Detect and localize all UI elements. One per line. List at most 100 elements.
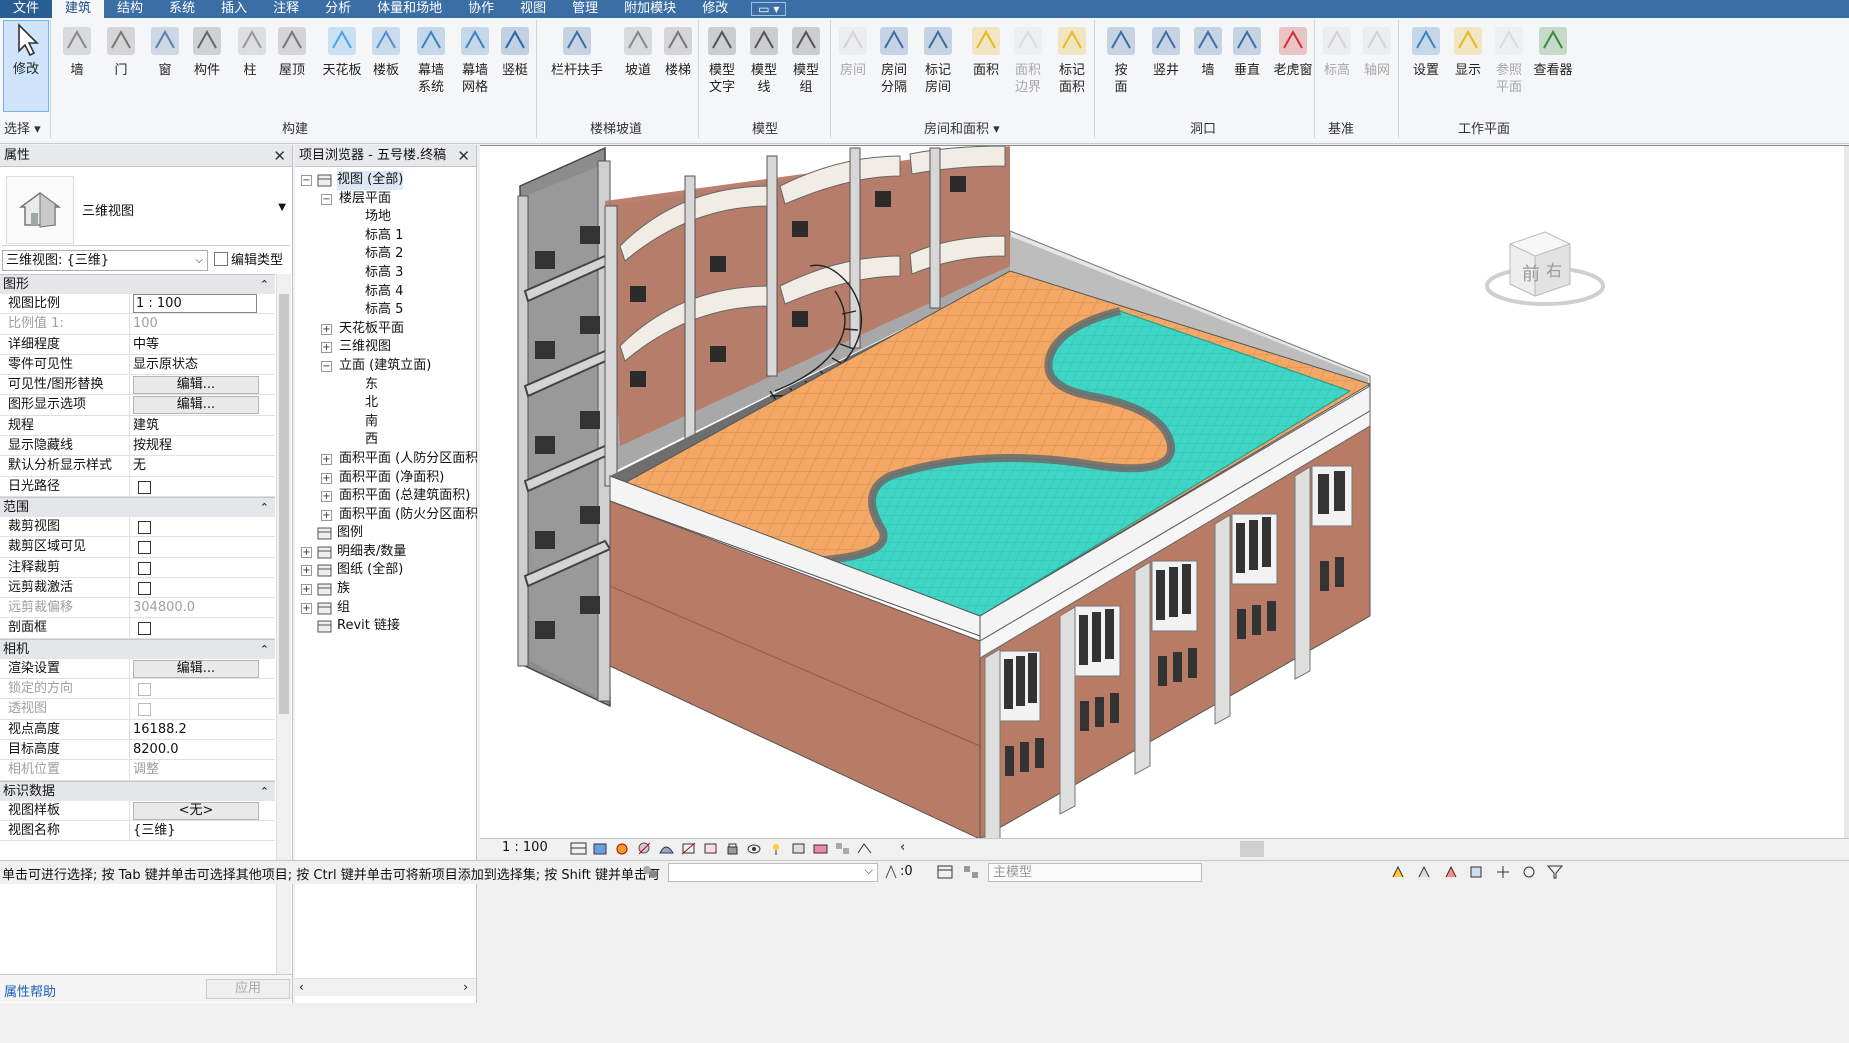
properties-section-header[interactable]: 图形 ⌃ bbox=[0, 274, 275, 294]
select-underlay-icon[interactable] bbox=[1416, 864, 1434, 880]
viewcube-right[interactable]: 右 bbox=[1546, 261, 1562, 280]
property-value[interactable]: 1 : 100 bbox=[130, 294, 275, 313]
collapse-icon[interactable]: ⌃ bbox=[260, 498, 269, 518]
browser-node[interactable]: 标高 5 bbox=[295, 301, 477, 320]
constraints-icon[interactable] bbox=[856, 841, 873, 856]
property-value[interactable] bbox=[130, 558, 275, 577]
background-process-icon[interactable] bbox=[1520, 864, 1538, 880]
worksharing-icon[interactable] bbox=[834, 841, 851, 856]
detail-level-icon[interactable] bbox=[570, 841, 587, 856]
property-value[interactable]: 编辑... bbox=[130, 659, 275, 678]
active-design-option[interactable]: 主模型 bbox=[988, 863, 1202, 882]
instance-filter-dropdown[interactable]: 三维视图: {三维} ⌵ bbox=[2, 250, 208, 271]
drag-elements-icon[interactable] bbox=[1494, 864, 1512, 880]
browser-node[interactable]: + 图纸 (全部) bbox=[295, 561, 477, 580]
ribbon-tool-door[interactable]: 门 bbox=[97, 22, 145, 79]
ribbon-tool-cursor[interactable]: 修改 bbox=[3, 20, 49, 112]
properties-help-link[interactable]: 属性帮助 bbox=[4, 981, 56, 1000]
browser-hscrollbar[interactable]: ‹ › bbox=[295, 978, 476, 996]
browser-node[interactable]: 西 bbox=[295, 431, 477, 450]
3d-viewport[interactable]: 前 右 bbox=[480, 145, 1849, 838]
ribbon-tool-by-face[interactable]: 按 面 bbox=[1099, 22, 1143, 96]
crop-view-icon[interactable] bbox=[680, 841, 697, 856]
property-value[interactable]: 8200.0 bbox=[130, 740, 275, 759]
view-scale[interactable]: 1 : 100 bbox=[502, 840, 548, 855]
expand-icon[interactable]: + bbox=[321, 472, 332, 484]
ribbon-tool-model-line[interactable]: 模型 线 bbox=[741, 22, 787, 96]
expand-icon[interactable]: + bbox=[321, 342, 332, 354]
reveal-hidden-icon[interactable] bbox=[768, 841, 785, 856]
menu-tab-10[interactable]: 管理 bbox=[559, 0, 611, 18]
property-value[interactable]: 建筑 bbox=[130, 416, 275, 435]
browser-node[interactable]: + 组 bbox=[295, 599, 477, 618]
browser-node[interactable]: 标高 3 bbox=[295, 264, 477, 283]
property-edit-button[interactable]: <无> bbox=[133, 801, 259, 820]
ribbon-tool-ref-plane[interactable]: 参照 平面 bbox=[1487, 22, 1531, 96]
ribbon-tool-set-workplane[interactable]: 设置 bbox=[1403, 22, 1449, 79]
property-checkbox[interactable] bbox=[138, 520, 151, 534]
collapse-icon[interactable]: ⌃ bbox=[260, 782, 269, 802]
property-checkbox[interactable] bbox=[138, 561, 151, 575]
properties-section-header[interactable]: 范围 ⌃ bbox=[0, 496, 275, 518]
viewcube-front[interactable]: 前 bbox=[1522, 264, 1540, 285]
scroll-left-icon[interactable]: ‹ bbox=[299, 980, 304, 994]
menu-tab-12[interactable]: 修改 bbox=[689, 0, 741, 18]
shadows-icon[interactable] bbox=[636, 841, 653, 856]
property-value[interactable]: 中等 bbox=[130, 335, 275, 354]
select-by-face-icon[interactable] bbox=[1468, 864, 1486, 880]
property-value[interactable]: 显示原状态 bbox=[130, 355, 275, 374]
expand-icon[interactable]: + bbox=[321, 491, 332, 503]
building-model[interactable]: 前 右 bbox=[480, 146, 1849, 838]
menu-tab-11[interactable]: 附加模块 bbox=[611, 0, 689, 18]
filter-selection-icon[interactable] bbox=[1546, 864, 1564, 880]
property-value[interactable] bbox=[130, 477, 275, 496]
property-edit-button[interactable]: 编辑... bbox=[133, 659, 259, 678]
collapse-icon[interactable]: ⌃ bbox=[260, 275, 269, 295]
expand-icon[interactable]: + bbox=[321, 509, 332, 521]
property-value[interactable]: <无> bbox=[130, 801, 275, 820]
menu-tab-4[interactable]: 插入 bbox=[208, 0, 260, 18]
ribbon-group-label[interactable]: 房间和面积 ▾ bbox=[924, 118, 1000, 137]
property-checkbox[interactable] bbox=[138, 581, 151, 595]
expand-icon[interactable]: + bbox=[301, 546, 312, 558]
show-crop-icon[interactable] bbox=[702, 841, 719, 856]
filter-icon[interactable] bbox=[936, 864, 954, 880]
menu-tab-6[interactable]: 分析 bbox=[312, 0, 364, 18]
ribbon-tool-mullion[interactable]: 竖梃 bbox=[492, 22, 538, 79]
type-selector[interactable]: 三维视图 ▼ bbox=[2, 172, 290, 246]
ribbon-tool-show-workplane[interactable]: 显示 bbox=[1445, 22, 1491, 79]
property-edit-button[interactable]: 编辑... bbox=[133, 396, 259, 415]
browser-node[interactable]: + 明细表/数量 bbox=[295, 543, 477, 562]
scroll-thumb[interactable] bbox=[279, 294, 289, 714]
expand-icon[interactable]: + bbox=[321, 453, 332, 465]
menu-tab-2[interactable]: 结构 bbox=[104, 0, 156, 18]
menu-tab-5[interactable]: 注释 bbox=[260, 0, 312, 18]
scroll-right-icon[interactable]: › bbox=[463, 980, 468, 994]
property-value[interactable]: {三维} bbox=[130, 821, 275, 840]
property-value[interactable]: 编辑... bbox=[130, 375, 275, 395]
menu-tab-3[interactable]: 系统 bbox=[156, 0, 208, 18]
property-value[interactable] bbox=[130, 537, 275, 556]
design-options-grid-icon[interactable] bbox=[962, 864, 980, 880]
property-value[interactable]: 编辑... bbox=[130, 395, 275, 415]
visual-style-icon[interactable] bbox=[592, 841, 609, 856]
ribbon-tool-roof[interactable]: 屋顶 bbox=[271, 22, 313, 79]
property-checkbox[interactable] bbox=[138, 541, 151, 555]
ribbon-tool-area[interactable]: 面积 bbox=[963, 22, 1009, 79]
browser-node[interactable]: 图例 bbox=[295, 524, 477, 543]
browser-node[interactable]: 标高 4 bbox=[295, 283, 477, 302]
browser-node[interactable]: 东 bbox=[295, 376, 477, 395]
ribbon-tool-stair[interactable]: 楼梯 bbox=[655, 22, 701, 79]
ribbon-tool-window[interactable]: 窗 bbox=[141, 22, 189, 79]
ribbon-tool-dormer[interactable]: 老虎窗 bbox=[1265, 22, 1321, 79]
browser-node[interactable]: − 楼层平面 bbox=[295, 190, 477, 209]
browser-node[interactable]: + 面积平面 (净面积) bbox=[295, 469, 477, 488]
ribbon-tool-room[interactable]: 房间 bbox=[831, 22, 875, 79]
collapse-icon[interactable]: − bbox=[321, 360, 332, 372]
property-value[interactable]: 无 bbox=[130, 456, 275, 475]
ribbon-tool-model-group[interactable]: 模型 组 bbox=[783, 22, 829, 96]
design-options-icon[interactable] bbox=[884, 864, 898, 880]
ribbon-tool-component[interactable]: 构件 bbox=[183, 22, 231, 79]
sun-path-icon[interactable] bbox=[614, 841, 631, 856]
viewcube[interactable]: 前 右 bbox=[1485, 231, 1605, 306]
